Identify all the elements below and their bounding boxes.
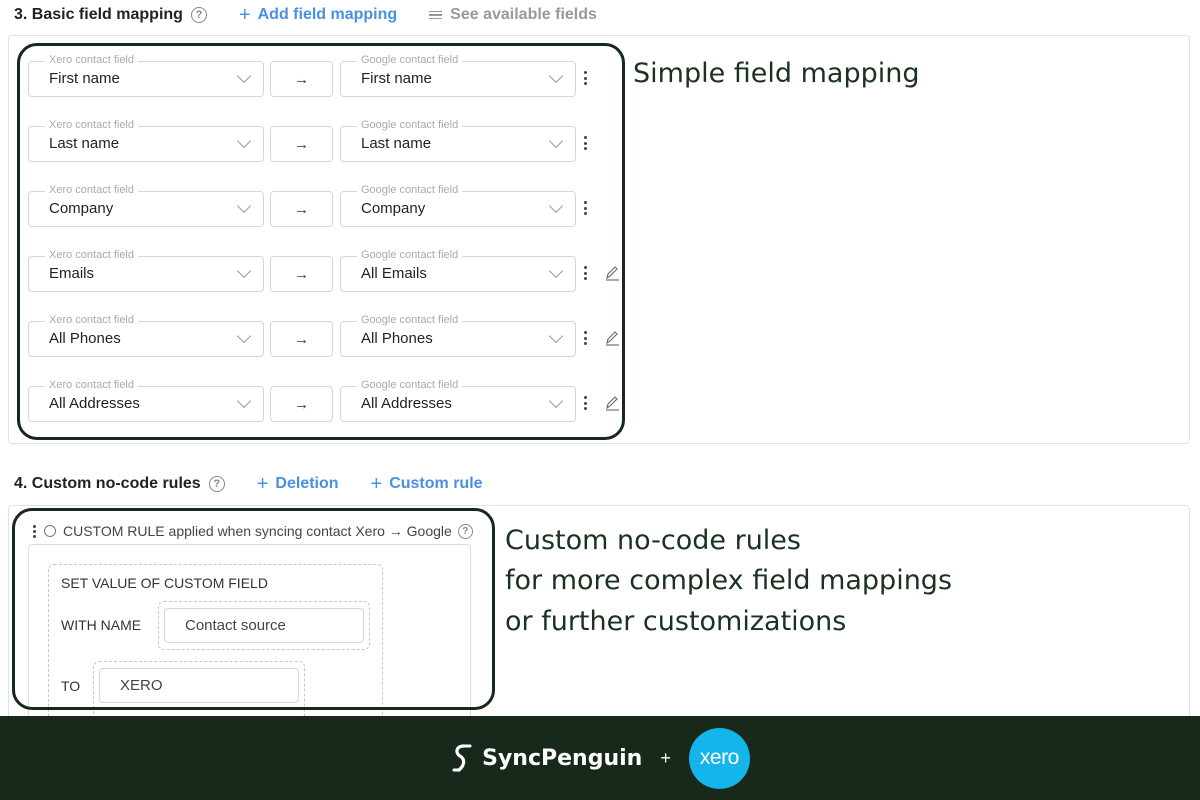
custom-rules-annotation-line-1: Custom no-code rules (505, 525, 801, 556)
add-field-mapping-button[interactable]: + Add field mapping (238, 4, 398, 26)
xero-logo: xero (688, 727, 750, 789)
deletion-label: Deletion (275, 475, 339, 492)
help-icon[interactable]: ? (190, 7, 207, 23)
plus-icon: + (238, 4, 251, 26)
section-4-header: 4. Custom no-code rules ? + Deletion + C… (14, 473, 483, 495)
simple-mapping-highlight (17, 43, 625, 440)
custom-rules-annotation-line-3: or further customizations (505, 606, 847, 637)
see-available-fields-button[interactable]: See available fields (429, 6, 597, 24)
syncpenguin-icon (452, 744, 472, 772)
see-available-fields-label: See available fields (450, 6, 597, 23)
custom-rules-annotation-line-2: for more complex field mappings (505, 565, 953, 596)
custom-rule-button[interactable]: + Custom rule (370, 473, 483, 495)
deletion-button[interactable]: + Deletion (256, 473, 339, 495)
footer-banner: SyncPenguin + xero (0, 716, 1200, 800)
custom-rule-label: Custom rule (389, 475, 483, 492)
simple-mapping-annotation: Simple field mapping (633, 58, 920, 89)
plus-sign: + (660, 747, 671, 768)
add-field-mapping-label: Add field mapping (257, 6, 398, 23)
syncpenguin-logo: SyncPenguin (450, 743, 642, 773)
custom-rules-highlight (12, 508, 495, 710)
brand-name: SyncPenguin (482, 745, 643, 771)
section-title: 3. Basic field mapping (14, 6, 183, 23)
list-icon (429, 10, 443, 20)
section-title: 4. Custom no-code rules (14, 475, 201, 492)
plus-icon: + (370, 473, 383, 495)
plus-icon: + (256, 473, 269, 495)
section-3-header: 3. Basic field mapping ? + Add field map… (14, 4, 597, 26)
help-icon[interactable]: ? (208, 476, 225, 492)
